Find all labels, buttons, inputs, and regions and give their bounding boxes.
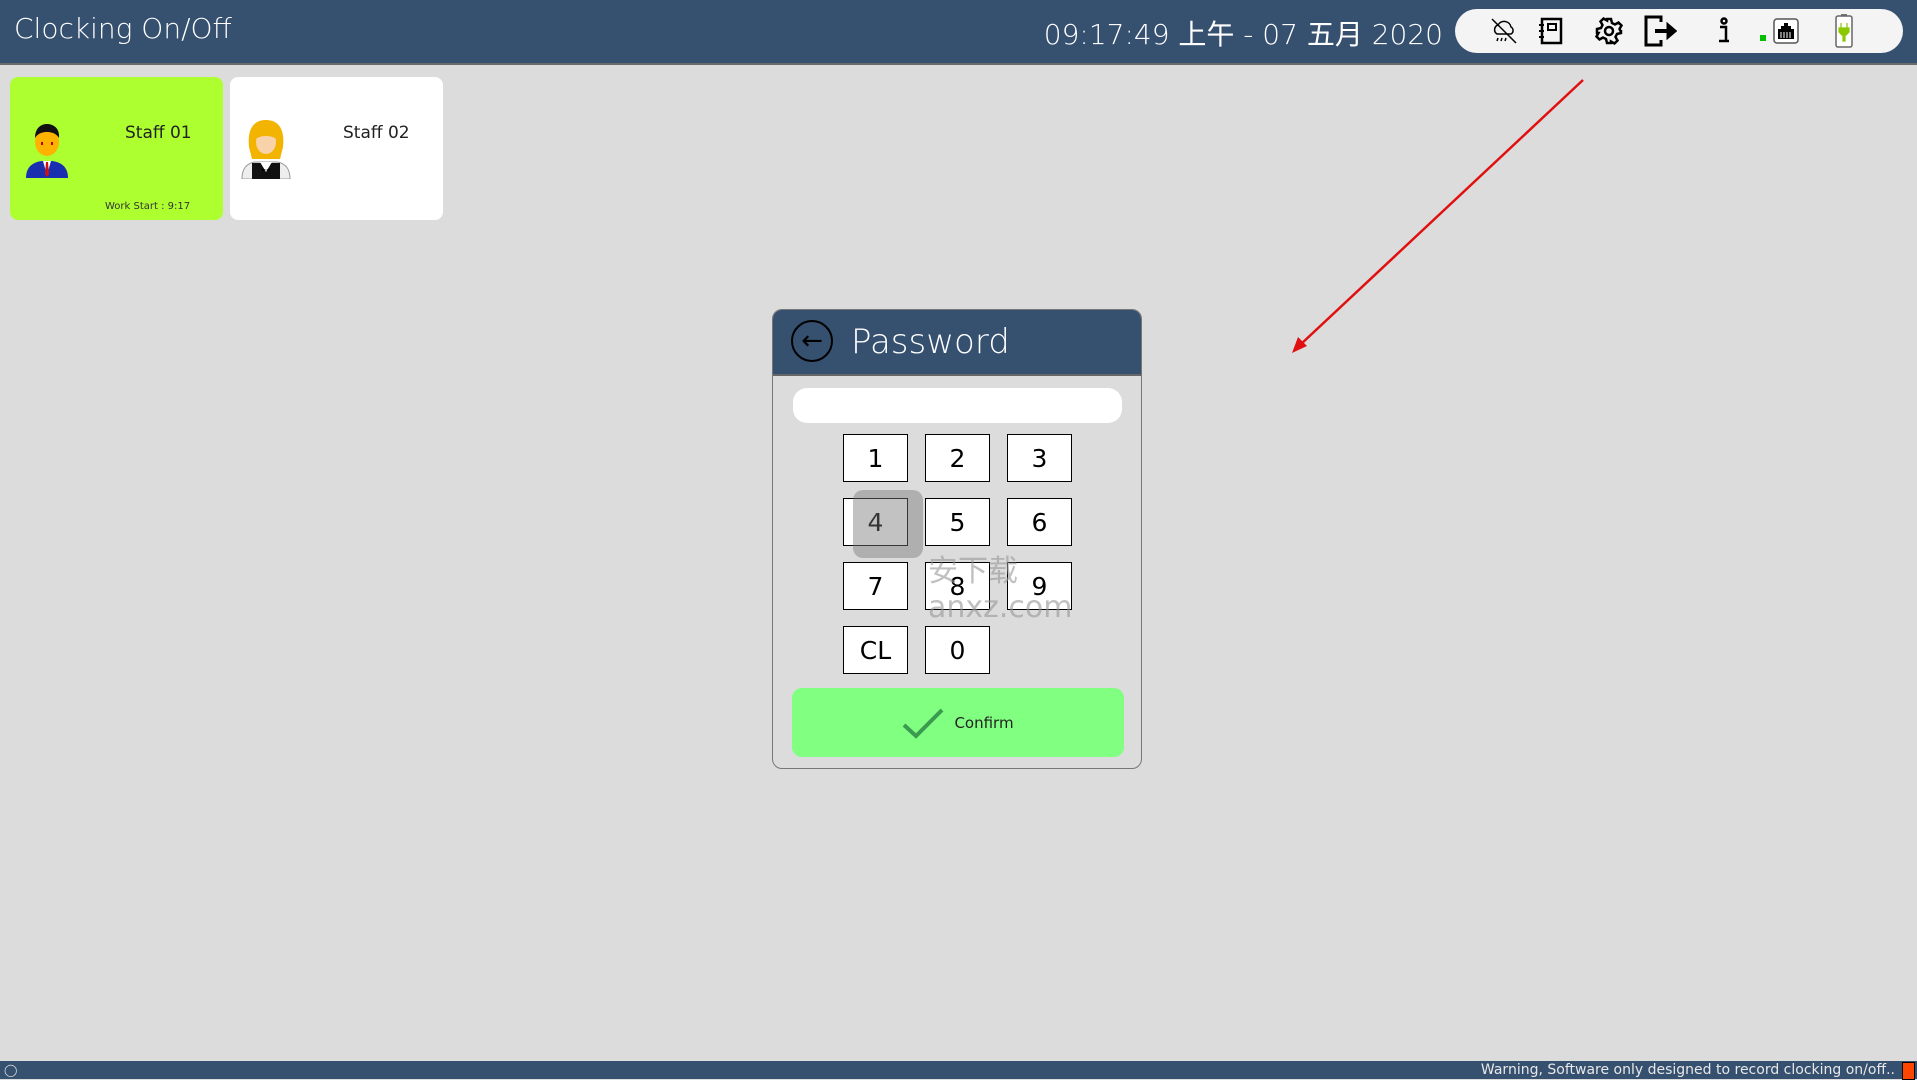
key-clear[interactable]: CL <box>843 626 908 674</box>
arrow-left-icon: ← <box>801 326 823 356</box>
watermark: 安下载 anxz.com <box>928 554 1073 625</box>
watermark-logo <box>853 490 923 558</box>
globe-icon: ◯ <box>4 1063 18 1077</box>
confirm-label: Confirm <box>954 713 1014 732</box>
key-6[interactable]: 6 <box>1007 498 1072 546</box>
password-input[interactable] <box>793 388 1122 423</box>
key-1[interactable]: 1 <box>843 434 908 482</box>
key-2[interactable]: 2 <box>925 434 990 482</box>
key-0[interactable]: 0 <box>925 626 990 674</box>
confirm-button[interactable]: Confirm <box>792 688 1124 757</box>
back-button[interactable]: ← <box>791 320 833 362</box>
status-bar: ◯ Warning, Software only designed to rec… <box>0 1061 1917 1080</box>
key-7[interactable]: 7 <box>843 562 908 610</box>
dialog-title: Password <box>851 322 1010 362</box>
warning-text: Warning, Software only designed to recor… <box>1480 1062 1895 1078</box>
key-5[interactable]: 5 <box>925 498 990 546</box>
dialog-header: ← Password <box>773 310 1141 376</box>
warning-indicator <box>1902 1062 1915 1080</box>
checkmark-icon <box>903 708 944 739</box>
password-dialog: ← Password 1 2 3 4 5 6 7 8 9 CL 0 Confir… <box>772 309 1142 769</box>
key-3[interactable]: 3 <box>1007 434 1072 482</box>
